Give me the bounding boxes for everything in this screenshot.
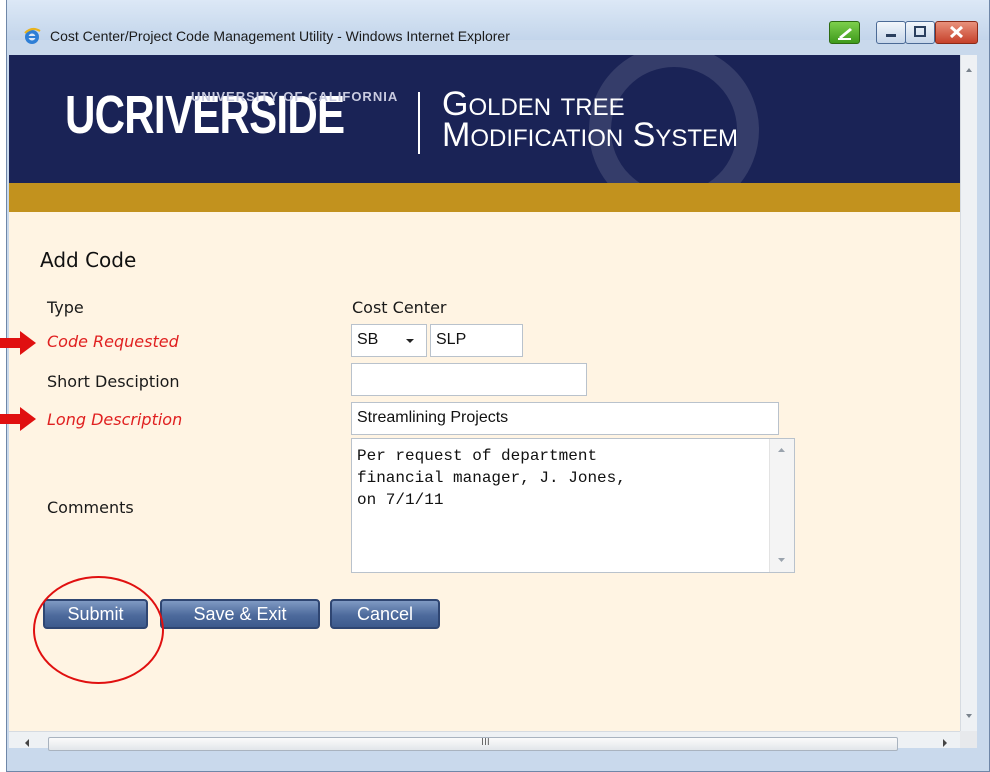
logo-university-text: UNIVERSITY OF CALIFORNIA: [191, 89, 399, 104]
vertical-scrollbar[interactable]: [960, 55, 977, 731]
scroll-down-icon[interactable]: [961, 709, 977, 723]
system-title-line2: Modification System: [442, 116, 739, 154]
maximize-icon: [914, 26, 926, 37]
short-description-input[interactable]: [351, 363, 587, 396]
long-description-label: Long Description: [47, 410, 183, 429]
code-input[interactable]: SLP: [430, 324, 523, 357]
code-requested-label: Code Requested: [47, 332, 179, 351]
comments-scrollbar[interactable]: [769, 439, 794, 572]
window-title: Cost Center/Project Code Management Util…: [50, 28, 510, 44]
short-description-label: Short Desciption: [47, 372, 180, 391]
scroll-up-icon[interactable]: [770, 443, 793, 457]
save-exit-button[interactable]: Save & Exit: [160, 599, 320, 629]
compatibility-view-button[interactable]: [829, 21, 860, 44]
logo-divider: [418, 92, 420, 154]
red-arrow-icon: [0, 331, 36, 355]
comments-label: Comments: [47, 498, 134, 517]
type-value: Cost Center: [352, 298, 447, 317]
close-button[interactable]: [935, 21, 978, 44]
page-title: Add Code: [40, 248, 137, 272]
scroll-up-icon[interactable]: [961, 63, 977, 77]
comments-line: financial manager, J. Jones,: [357, 469, 626, 487]
minimize-icon: [886, 34, 896, 37]
horizontal-scroll-thumb[interactable]: [48, 737, 898, 751]
ie-icon: [24, 27, 41, 44]
gold-bar: [9, 183, 960, 212]
comments-text: Per request of department financial mana…: [357, 445, 757, 511]
scroll-left-icon[interactable]: [20, 735, 34, 751]
maximize-button[interactable]: [905, 21, 935, 44]
long-description-input[interactable]: Streamlining Projects: [351, 402, 779, 435]
comments-line: Per request of department: [357, 447, 598, 465]
cancel-button[interactable]: Cancel: [330, 599, 440, 629]
scrollbar-corner: [960, 731, 977, 748]
scroll-right-icon[interactable]: [938, 735, 952, 751]
red-arrow-icon: [0, 407, 36, 431]
submit-highlight-circle: [33, 576, 164, 684]
scroll-down-icon[interactable]: [770, 553, 793, 567]
code-prefix-select[interactable]: SB: [351, 324, 427, 357]
comments-line: on 7/1/11: [357, 491, 444, 509]
code-prefix-value: SB: [357, 331, 379, 348]
compatibility-icon: [838, 28, 852, 40]
minimize-button[interactable]: [876, 21, 906, 44]
close-icon: [949, 25, 964, 39]
type-label: Type: [47, 298, 84, 317]
scroll-thumb-grip: III: [481, 737, 490, 748]
chevron-down-icon[interactable]: [405, 337, 415, 345]
